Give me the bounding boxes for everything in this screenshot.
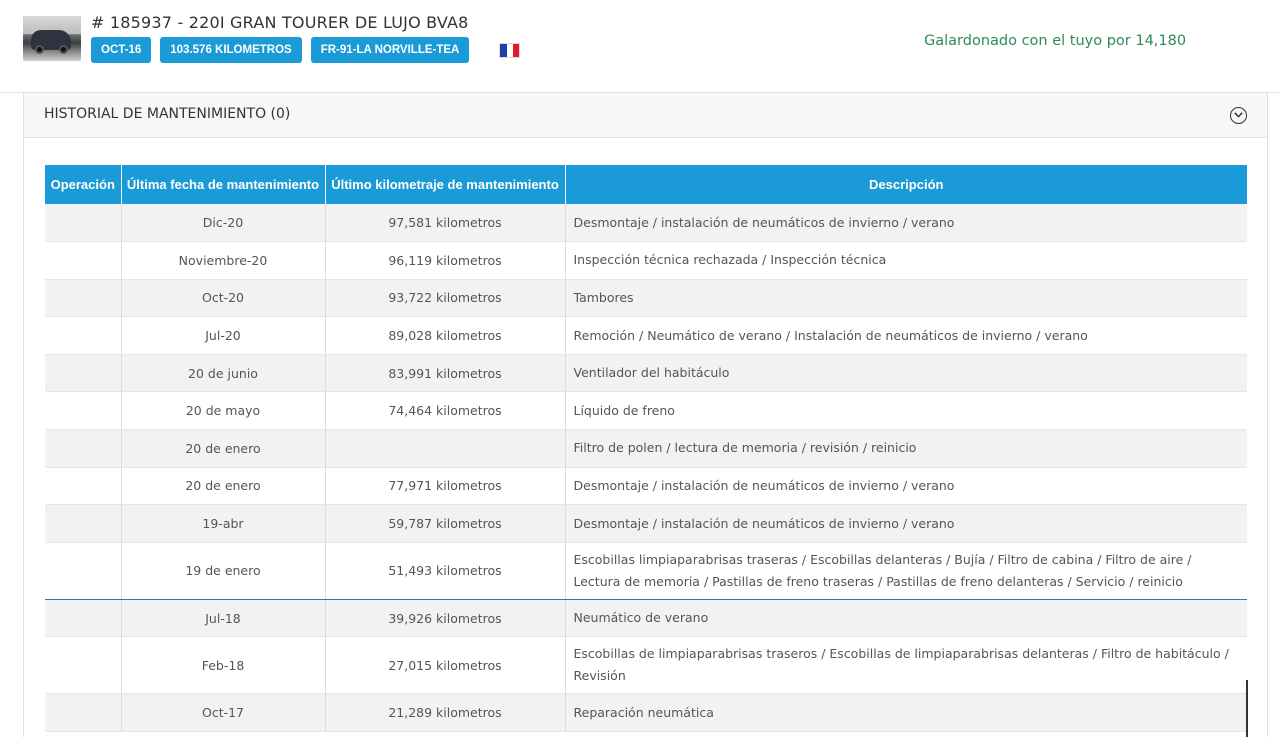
cell-description: Líquido de freno: [565, 391, 1247, 431]
cell-description: Filtro de polen / lectura de memoria / r…: [565, 429, 1247, 468]
chevron-down-circle-icon[interactable]: [1230, 107, 1247, 124]
cell-date: Oct-17: [121, 693, 326, 733]
car-wheel-rear: [59, 45, 68, 54]
table-row: Jul-20 89,028 kilometros Remoción / Neumát…: [45, 316, 1247, 355]
col-header-kilometraje[interactable]: Último kilometraje de mantenimiento: [325, 165, 566, 204]
table-row: 19-abr 59,787 kilometros Desmontaje / inst…: [45, 504, 1247, 543]
cell-date: 19-abr: [121, 504, 326, 543]
badge-location: FR-91-LA NORVILLE-TEA: [310, 37, 470, 63]
cell-operation: [45, 241, 122, 280]
cell-description: Desmontaje / instalación de neumáticos d…: [565, 204, 1247, 243]
cell-operation: [45, 542, 122, 600]
col-header-operacion[interactable]: Operación: [45, 165, 122, 204]
table-row: Noviembre-20 96,119 kilometros Inspección …: [45, 241, 1247, 280]
cell-km: 51,493 kilometros: [325, 542, 566, 600]
cell-operation: [45, 279, 122, 318]
table-row: Dic-20 97,581 kilometros Desmontaje / inst…: [45, 204, 1247, 243]
cell-date: 19 de enero: [121, 542, 326, 600]
cell-km: 77,971 kilometros: [325, 467, 566, 506]
table-row: Oct-20 93,722 kilometros Tambores: [45, 279, 1247, 318]
cell-operation: [45, 391, 122, 431]
table-row: 20 de enero 77,971 kilometros Desmontaje /…: [45, 467, 1247, 506]
cell-description: Remoción / Neumático de verano / Instala…: [565, 316, 1247, 355]
scrollbar-thumb[interactable]: [1246, 680, 1248, 737]
cell-km: 21,289 kilometros: [325, 693, 566, 733]
vehicle-thumbnail[interactable]: [23, 16, 81, 61]
cell-date: 20 de junio: [121, 354, 326, 393]
cell-operation: [45, 636, 122, 695]
vehicle-header: # 185937 - 220I GRAN TOURER DE LUJO BVA8…: [0, 0, 1280, 93]
panel-header[interactable]: HISTORIAL DE MANTENIMIENTO (0): [24, 93, 1267, 138]
france-flag-icon: [499, 42, 521, 58]
badge-mileage: 103.576 KILOMETROS: [160, 37, 302, 63]
cell-km: 93,722 kilometros: [325, 279, 566, 318]
cell-operation: [45, 504, 122, 543]
cell-description: Neumático de verano: [565, 599, 1247, 638]
cell-description: Desmontaje / instalación de neumáticos d…: [565, 467, 1247, 506]
cell-date: Jul-20: [121, 316, 326, 355]
cell-operation: [45, 354, 122, 393]
cell-description: Escobillas limpiaparabrisas traseras / E…: [565, 542, 1247, 600]
flag-stripe-red: [513, 43, 520, 57]
cell-km: 89,028 kilometros: [325, 316, 566, 355]
cell-km: 74,464 kilometros: [325, 391, 566, 431]
cell-description: Inspección técnica rechazada / Inspecció…: [565, 241, 1247, 280]
col-header-descripcion[interactable]: Descripción: [565, 165, 1247, 204]
cell-operation: [45, 204, 122, 243]
cell-description: Ventilador del habitáculo: [565, 354, 1247, 393]
cell-km: 83,991 kilometros: [325, 354, 566, 393]
cell-description: Tambores: [565, 279, 1247, 318]
table-header-row: Operación Última fecha de mantenimiento …: [45, 165, 1247, 204]
cell-date: Oct-20: [121, 279, 326, 318]
badge-date: OCT-16: [91, 37, 152, 63]
vehicle-title: # 185937 - 220I GRAN TOURER DE LUJO BVA8: [91, 13, 469, 32]
cell-km: 97,581 kilometros: [325, 204, 566, 243]
table-row: 20 de enero Filtro de polen / lectura de …: [45, 429, 1247, 468]
table-row: Feb-18 27,015 kilometros Escobillas de lim…: [45, 636, 1247, 695]
cell-date: Feb-18: [121, 636, 326, 695]
table-row: Oct-17 21,289 kilometros Reparación neumát…: [45, 693, 1247, 733]
table-row: 20 de mayo 74,464 kilometros Líquido de fr…: [45, 391, 1247, 431]
col-header-fecha[interactable]: Última fecha de mantenimiento: [121, 165, 326, 204]
panel-title: HISTORIAL DE MANTENIMIENTO (0): [44, 106, 291, 122]
cell-operation: [45, 467, 122, 506]
cell-date: 20 de enero: [121, 429, 326, 468]
cell-description: Reparación neumática: [565, 693, 1247, 733]
cell-operation: [45, 599, 122, 638]
cell-operation: [45, 429, 122, 468]
cell-description: Escobillas de limpiaparabrisas traseros …: [565, 636, 1247, 695]
cell-date: 20 de enero: [121, 467, 326, 506]
cell-km: 39,926 kilometros: [325, 599, 566, 638]
cell-description: Desmontaje / instalación de neumáticos d…: [565, 504, 1247, 543]
cell-date: Noviembre-20: [121, 241, 326, 280]
maintenance-table: Operación Última fecha de mantenimiento …: [45, 165, 1247, 733]
cell-date: 20 de mayo: [121, 391, 326, 431]
table-body: Dic-20 97,581 kilometros Desmontaje / inst…: [45, 204, 1247, 733]
vehicle-badges: OCT-16 103.576 KILOMETROS FR-91-LA NORVI…: [91, 37, 521, 63]
cell-km: 96,119 kilometros: [325, 241, 566, 280]
award-text: Galardonado con el tuyo por 14,180: [924, 33, 1187, 49]
cell-km: 27,015 kilometros: [325, 636, 566, 695]
cell-date: Jul-18: [121, 599, 326, 638]
maintenance-history-panel: HISTORIAL DE MANTENIMIENTO (0) Operación…: [23, 93, 1268, 737]
cell-km: [325, 429, 566, 468]
car-wheel-front: [35, 45, 44, 54]
table-row: Jul-18 39,926 kilometros Neumático de vera…: [45, 599, 1247, 638]
cell-km: 59,787 kilometros: [325, 504, 566, 543]
table-row: 19 de enero 51,493 kilometros Escobillas l…: [45, 542, 1247, 600]
cell-operation: [45, 693, 122, 733]
cell-operation: [45, 316, 122, 355]
table-row: 20 de junio 83,991 kilometros Ventilador d…: [45, 354, 1247, 393]
cell-date: Dic-20: [121, 204, 326, 243]
